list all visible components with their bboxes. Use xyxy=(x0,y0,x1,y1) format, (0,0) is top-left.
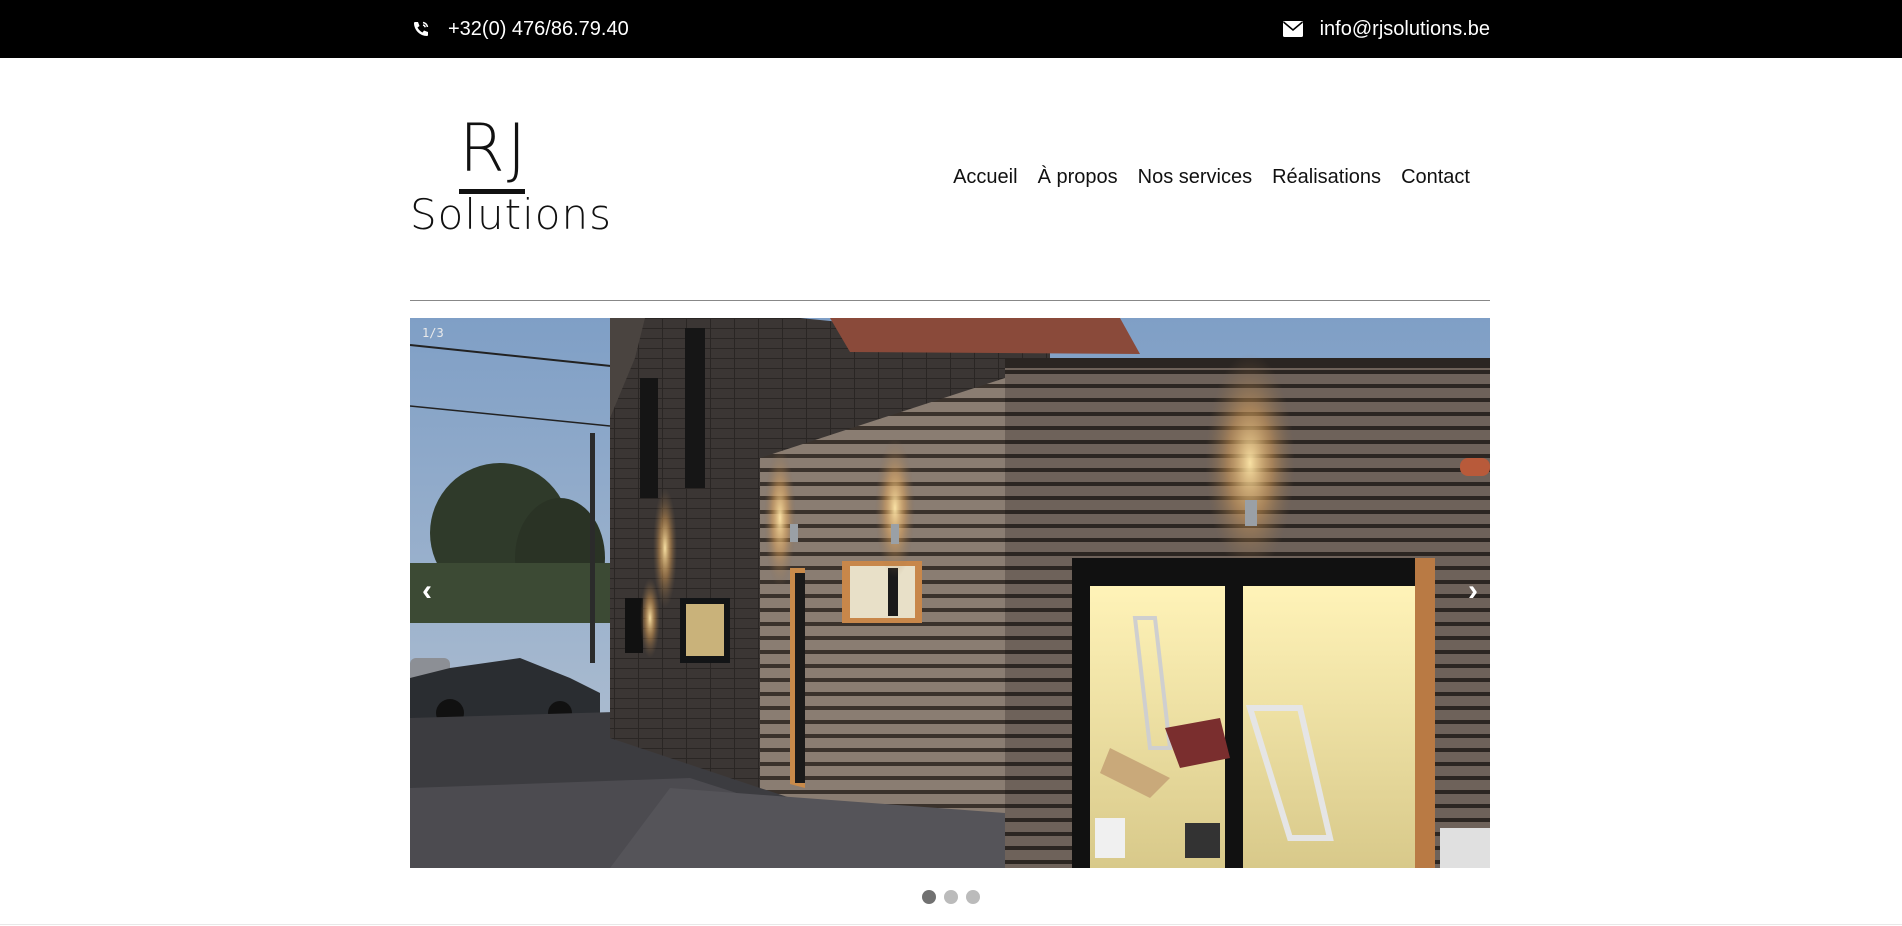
email-link[interactable]: info@rjsolutions.be xyxy=(1320,18,1490,41)
previous-slide-button[interactable]: ‹ xyxy=(422,576,432,606)
logo-rj: RJ xyxy=(459,110,529,187)
email-contact[interactable]: info@rjsolutions.be xyxy=(1282,18,1490,41)
phone-number[interactable]: +32(0) 476/86.79.40 xyxy=(448,18,629,41)
next-slide-button[interactable]: › xyxy=(1468,576,1478,606)
header-divider xyxy=(410,300,1490,301)
nav-item-contact[interactable]: Contact xyxy=(1401,166,1470,189)
phone-contact[interactable]: +32(0) 476/86.79.40 xyxy=(410,18,629,41)
slide-dot-2[interactable] xyxy=(944,890,958,904)
image-slideshow: 1/3 ‹ › xyxy=(410,318,1490,868)
site-logo[interactable]: RJ Solutions xyxy=(410,116,611,240)
site-header: RJ Solutions Accueil À propos Nos servic… xyxy=(410,58,1490,301)
envelope-icon xyxy=(1282,18,1304,40)
bottom-divider xyxy=(0,924,1902,925)
nav-item-a-propos[interactable]: À propos xyxy=(1038,166,1118,189)
top-contact-bar: +32(0) 476/86.79.40 info@rjsolutions.be xyxy=(0,0,1902,58)
main-nav: Accueil À propos Nos services Réalisatio… xyxy=(953,166,1470,189)
phone-icon xyxy=(410,18,432,40)
slide-indicators xyxy=(0,890,1902,904)
logo-solutions: Solutions xyxy=(410,190,612,239)
slide-counter: 1/3 xyxy=(422,326,444,340)
slide-dot-3[interactable] xyxy=(966,890,980,904)
nav-item-accueil[interactable]: Accueil xyxy=(953,166,1017,189)
slide-image xyxy=(410,318,1490,868)
nav-item-realisations[interactable]: Réalisations xyxy=(1272,166,1381,189)
nav-item-nos-services[interactable]: Nos services xyxy=(1138,166,1252,189)
slide-dot-1[interactable] xyxy=(922,890,936,904)
